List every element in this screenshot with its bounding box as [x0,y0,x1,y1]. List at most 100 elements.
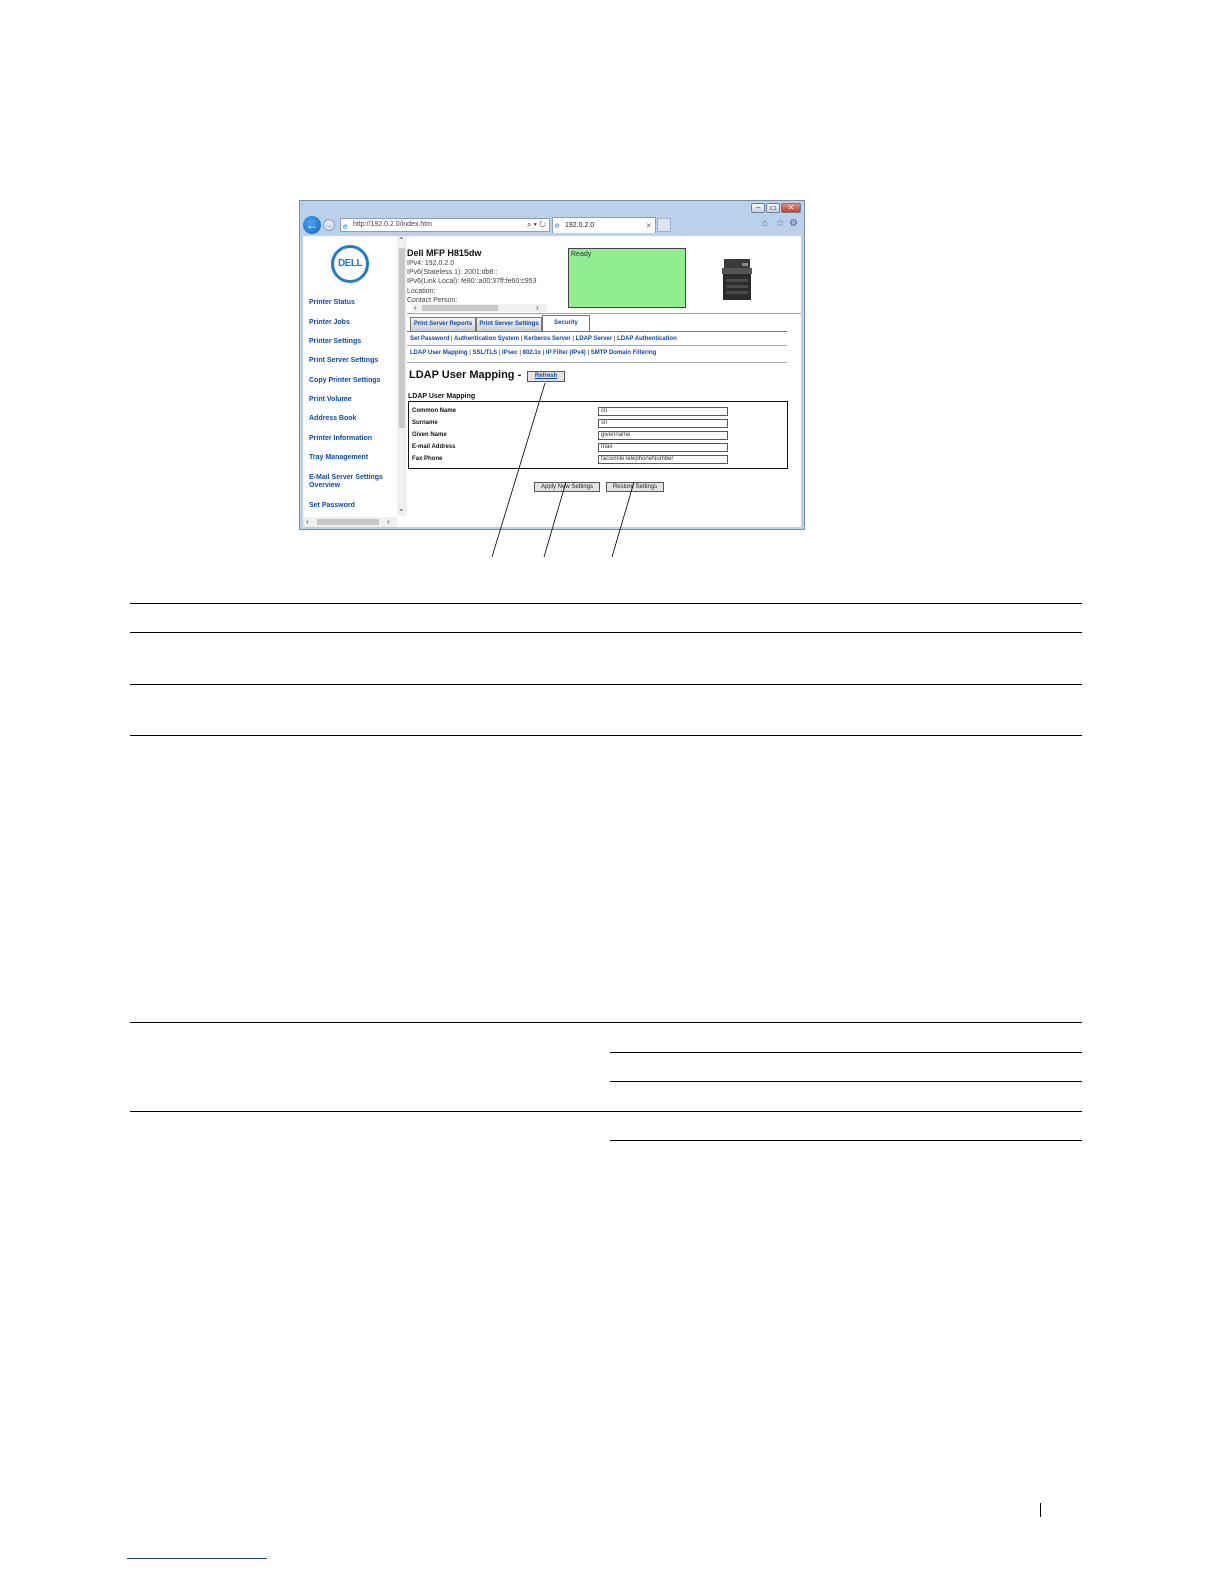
scroll-thumb[interactable] [422,305,498,311]
restore-settings-button[interactable]: Restore Settings [606,482,664,492]
minimize-button[interactable]: – [751,203,765,213]
tab-print-server-reports[interactable]: Print Server Reports [410,317,476,331]
table-rule [130,632,1082,633]
link-802-1x[interactable]: 802.1x [523,350,541,356]
fax-phone-label: Fax Phone [412,456,443,462]
printer-status-text: Ready [571,251,592,258]
link-ipsec[interactable]: IPsec [502,350,518,356]
table-rule [130,603,1082,604]
nav-printer-status[interactable]: Printer Status [309,299,397,307]
tab-close-icon[interactable]: × [646,218,651,233]
nav-printer-settings[interactable]: Printer Settings [309,338,397,346]
nav-print-volume[interactable]: Print Volume [309,396,397,404]
security-sublinks-row2: LDAP User Mapping | SSL/TLS | IPsec | 80… [410,350,656,356]
tab-security[interactable]: Security [542,315,590,331]
section-title: LDAP User Mapping [408,393,476,400]
nav-address-book[interactable]: Address Book [309,415,397,423]
navigation-bar: ← → e http://192.0.2.0/index.htm ⌕ ▾ ↻ e… [300,215,804,235]
nav-horizontal-scrollbar[interactable]: ‹ › [303,517,397,527]
page-viewport: DELL Printer Status Printer Jobs Printer… [303,236,801,527]
nav-email-server-settings-overview[interactable]: E-Mail Server Settings Overview [309,474,397,490]
printer-name: Dell MFP H815dw [407,248,482,258]
email-address-field[interactable]: mail [598,443,728,452]
tab-print-server-settings[interactable]: Print Server Settings [476,317,542,331]
header-separator [407,313,801,314]
dell-logo: DELL [331,245,369,283]
nav-print-server-settings[interactable]: Print Server Settings [309,357,397,365]
sublinks-divider [407,345,787,346]
nav-printer-jobs[interactable]: Printer Jobs [309,319,397,327]
surname-label: Surname [412,420,438,426]
page-number-divider [1040,1503,1041,1517]
info-horizontal-scrollbar[interactable]: ‹ › [412,304,547,312]
ie-page-icon: e [343,222,348,231]
link-smtp-domain-filtering[interactable]: SMTP Domain Filtering [591,350,657,356]
tools-gear-icon[interactable]: ⚙ [789,218,798,230]
page-title: LDAP User Mapping - [409,369,522,381]
common-name-field[interactable]: cn [598,407,728,416]
nav-vertical-scrollbar[interactable]: ⌃ ⌄ [397,236,407,516]
link-ssl-tls[interactable]: SSL/TLS [472,350,497,356]
link-separator: | [519,350,521,356]
link-set-password[interactable]: Set Password [410,336,449,342]
scroll-down-arrow-icon[interactable]: ⌄ [398,504,405,513]
given-name-field[interactable]: givenname [598,431,728,440]
refresh-button[interactable]: Refresh [527,371,565,382]
common-name-label: Common Name [412,408,457,414]
link-ip-filter-ipv4[interactable]: IP Filter (IPv4) [546,350,586,356]
address-bar[interactable]: e http://192.0.2.0/index.htm ⌕ ▾ ↻ [340,218,550,232]
security-sublinks-row1: Set Password | Authentication System | K… [410,336,677,342]
scroll-up-arrow-icon[interactable]: ⌃ [398,236,405,245]
link-ldap-authentication[interactable]: LDAP Authentication [617,336,677,342]
favorites-star-icon[interactable]: ☆ [776,218,785,230]
scroll-thumb[interactable] [317,519,379,525]
table-rule [610,1081,1082,1082]
ldap-mapping-table: Common Name cn Surname sn Given Name giv… [408,401,788,469]
browser-tab[interactable]: e 192.0.2.0 × [552,217,656,233]
scroll-right-arrow-icon[interactable]: › [387,518,390,526]
link-separator: | [498,350,501,356]
link-authentication-system[interactable]: Authentication System [454,336,519,342]
ie-tab-icon: e [555,221,560,230]
link-ldap-user-mapping[interactable]: LDAP User Mapping [410,350,468,356]
close-window-button[interactable]: ✕ [781,203,801,213]
browser-tab-title: 192.0.2.0 [565,222,595,229]
nav-tray-management[interactable]: Tray Management [309,454,397,462]
ipv6-link-local-address: IPv6(Link Local): fe80::a00:37ff:fe60:c9… [407,278,537,285]
forward-button[interactable]: → [323,219,335,231]
location-label: Location: [407,288,436,295]
new-tab-button[interactable] [657,218,671,232]
back-button[interactable]: ← [303,216,321,234]
given-name-label: Given Name [412,432,447,438]
scroll-left-arrow-icon[interactable]: ‹ [414,304,417,312]
nav-set-password[interactable]: Set Password [309,502,397,510]
link-ldap-server[interactable]: LDAP Server [576,336,613,342]
surname-field[interactable]: sn [598,419,728,428]
restore-button[interactable]: ▭ [766,203,780,213]
link-separator: | [451,336,453,342]
fax-phone-field[interactable]: facsimileTelephoneNumber [598,455,728,464]
nav-copy-printer-settings[interactable]: Copy Printer Settings [309,377,397,385]
ipv4-address: IPv4: 192.0.2.0 [407,260,455,267]
main-frame: Dell MFP H815dw IPv4: 192.0.2.0 IPv6(Sta… [407,236,801,527]
link-separator: | [587,350,590,356]
address-url: http://192.0.2.0/index.htm [353,221,432,228]
apply-new-settings-button[interactable]: Apply New Settings [534,482,600,492]
table-rule [130,1022,1082,1023]
address-tools-icons[interactable]: ⌕ ▾ ↻ [527,219,546,231]
link-separator: | [572,336,574,342]
ipv6-stateless-address: IPv6(Stateless 1): 2001:db8:: [407,269,498,276]
scroll-left-arrow-icon[interactable]: ‹ [306,518,309,526]
link-kerberos-server[interactable]: Kerberos Server [524,336,571,342]
printer-status-box: Ready [568,248,686,308]
table-rule [610,1052,1082,1053]
link-separator: | [613,336,616,342]
table-rule [130,684,1082,685]
link-separator: | [520,336,523,342]
title-bar: – ▭ ✕ [300,201,804,215]
nav-printer-information[interactable]: Printer Information [309,435,397,443]
footer-link-underline [127,1558,267,1559]
scroll-thumb[interactable] [399,248,405,428]
home-icon[interactable]: ⌂ [762,218,768,230]
scroll-right-arrow-icon[interactable]: › [536,304,539,312]
